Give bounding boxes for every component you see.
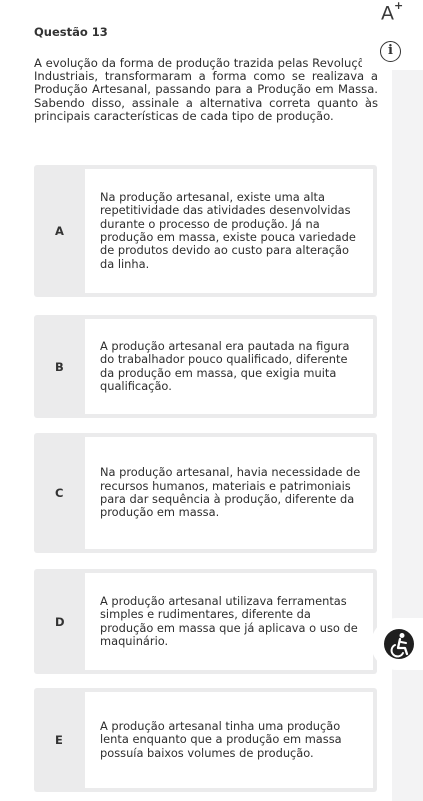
option-letter: D: [55, 614, 65, 629]
info-button[interactable]: i: [380, 41, 401, 62]
accessibility-button[interactable]: [371, 618, 423, 670]
option-text: Na produção artesanal, havia necessidade…: [100, 465, 361, 520]
option-letter: B: [55, 359, 64, 374]
option-e[interactable]: E A produção artesanal tinha uma produçã…: [34, 688, 377, 792]
option-text-box: A produção artesanal era pautada na figu…: [85, 319, 373, 414]
option-text: A produção artesanal tinha uma produção …: [100, 718, 342, 760]
accessibility-icon: [390, 633, 409, 658]
option-letter: A: [55, 224, 64, 238]
question-statement: A evolução da forma de produção trazida …: [34, 56, 378, 123]
info-icon: i: [388, 43, 393, 58]
option-letter: E: [55, 733, 63, 747]
question-page: Questão 13 A evolução da forma de produç…: [0, 0, 392, 801]
option-b[interactable]: B A produção artesanal era pautada na fi…: [34, 315, 377, 418]
option-d[interactable]: D A produção artesanal utilizava ferrame…: [34, 569, 377, 674]
question-title: Questão 13: [34, 25, 108, 39]
option-text: Na produção artesanal, existe uma alta r…: [100, 189, 356, 271]
option-text: A produção artesanal era pautada na figu…: [100, 338, 350, 393]
font-size-increase-button[interactable]: A+: [381, 0, 404, 25]
option-a[interactable]: A Na produção artesanal, existe uma alta…: [34, 165, 377, 297]
option-text-box: A produção artesanal tinha uma produção …: [85, 692, 373, 788]
option-text-box: A produção artesanal utilizava ferrament…: [85, 573, 373, 670]
option-c[interactable]: C Na produção artesanal, havia necessida…: [34, 433, 377, 553]
option-letter: C: [55, 486, 64, 500]
option-text-box: Na produção artesanal, havia necessidade…: [85, 437, 373, 549]
font-size-plus: +: [394, 0, 404, 12]
option-text: A produção artesanal utilizava ferrament…: [100, 593, 358, 648]
option-text-box: Na produção artesanal, existe uma alta r…: [85, 169, 373, 293]
font-size-increase-icon: A: [381, 2, 394, 25]
